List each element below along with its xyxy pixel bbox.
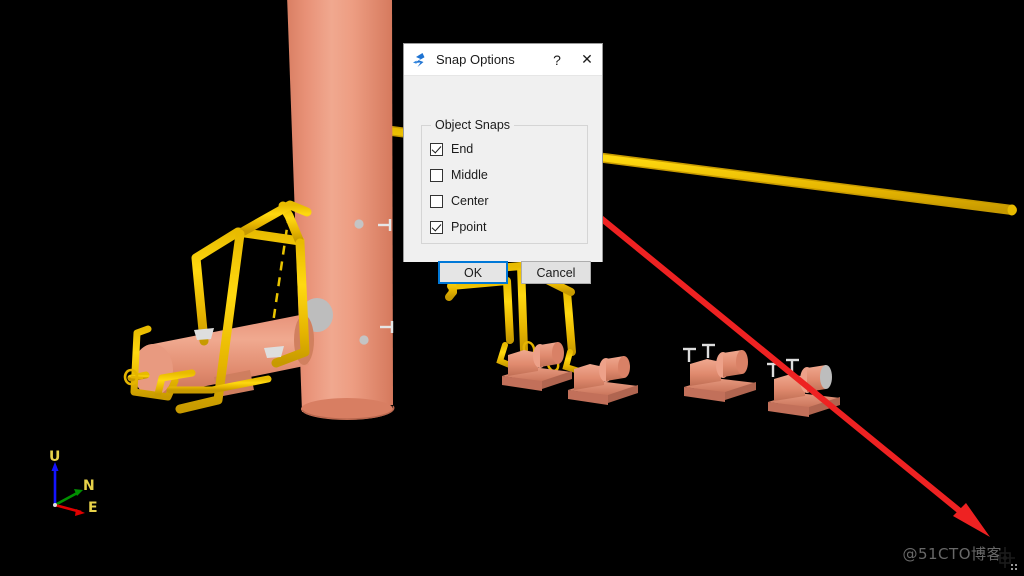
snap-option-ppoint[interactable]: Ppoint (430, 218, 486, 236)
middle-checkbox[interactable] (430, 168, 443, 182)
snap-option-center[interactable]: Center (430, 192, 489, 210)
pump-nozzle (683, 343, 715, 362)
centerline-dashed (270, 213, 291, 331)
snap-options-dialog[interactable]: Snap Options ? ✕ Object Snaps End Middle… (403, 43, 603, 284)
pump-4 (767, 358, 840, 417)
axis-label-n: N (83, 478, 95, 494)
pump-1 (502, 342, 572, 391)
pump-3 (683, 343, 756, 402)
close-button[interactable]: ✕ (572, 44, 602, 75)
ppoint-checkbox[interactable] (430, 220, 443, 234)
snap-option-middle[interactable]: Middle (430, 166, 488, 184)
ok-button[interactable]: OK (438, 261, 508, 284)
application-window: U N E @51CTO博客 Snap Options ? ✕ Object S… (0, 0, 1024, 576)
dialog-body: Object Snaps End Middle Center Ppoint OK… (404, 76, 602, 284)
dialog-title-bar[interactable]: Snap Options ? ✕ (404, 44, 602, 76)
axis-label-u: U (49, 449, 61, 465)
help-button[interactable]: ? (542, 44, 572, 75)
watermark: @51CTO博客 (902, 545, 1002, 563)
red-pointer-arrow (583, 203, 990, 537)
axis-label-e: E (88, 500, 98, 516)
center-checkbox[interactable] (430, 194, 443, 208)
cancel-button[interactable]: Cancel (521, 261, 591, 284)
snap-option-end[interactable]: End (430, 140, 473, 158)
object-snaps-groupbox: Object Snaps End Middle Center Ppoint (421, 118, 588, 244)
view-orientation-triad (51, 462, 85, 516)
middle-label: Middle (451, 168, 488, 182)
dialog-title: Snap Options (436, 52, 515, 67)
center-label: Center (451, 194, 489, 208)
end-checkbox[interactable] (430, 142, 443, 156)
crosshair-box-cursor (994, 547, 1017, 570)
ppoint-label: Ppoint (451, 220, 487, 234)
object-snaps-group-title: Object Snaps (431, 118, 515, 132)
end-label: End (451, 142, 474, 156)
pump-2 (568, 356, 638, 405)
snap-icon (413, 52, 425, 67)
